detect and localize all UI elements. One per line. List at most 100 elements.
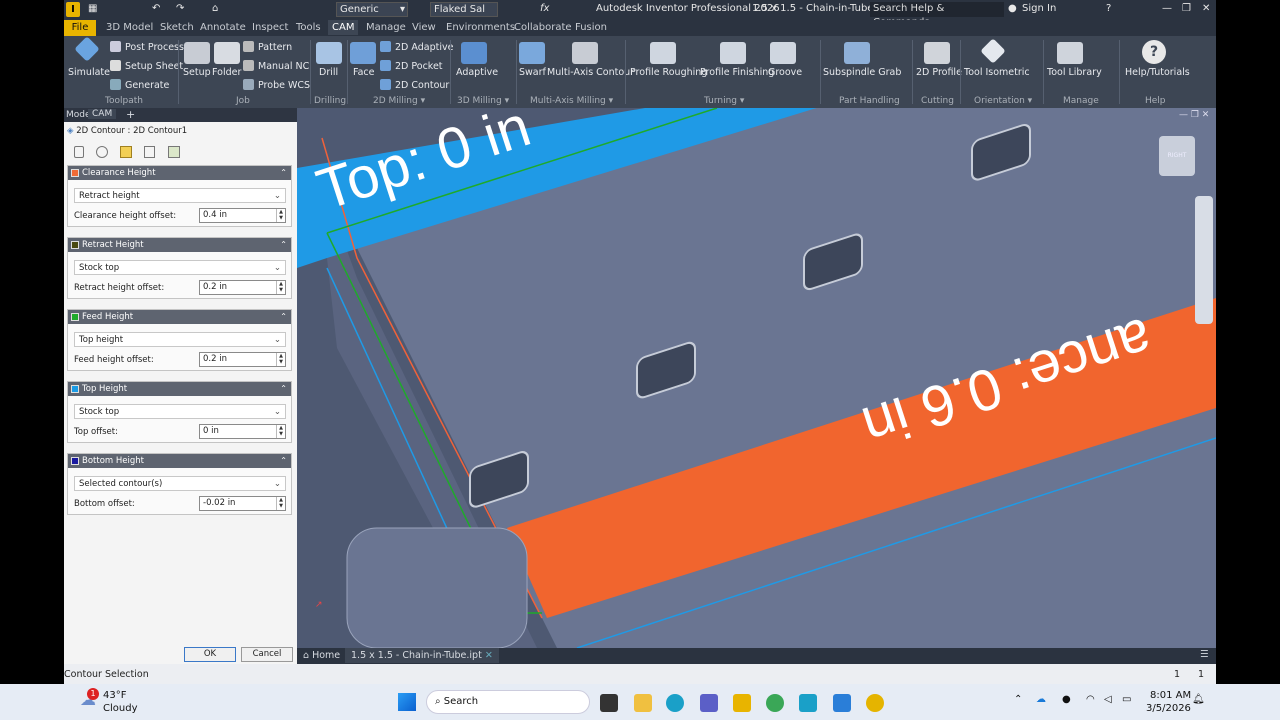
pattern-button[interactable]: Pattern <box>243 41 292 53</box>
setup-sheet-button[interactable]: Setup Sheet <box>110 60 183 72</box>
retract-height-header[interactable]: Retract Height ⌃ <box>68 238 291 252</box>
start-icon[interactable] <box>398 693 416 711</box>
help-tutorials-button[interactable]: Help/Tutorials <box>1125 67 1190 78</box>
tab-fusion[interactable]: Fusion <box>575 22 607 33</box>
bottom-height-header[interactable]: Bottom Height ⌃ <box>68 454 291 468</box>
clearance-height-header[interactable]: Clearance Height ⌃ <box>68 166 291 180</box>
swarf-icon[interactable] <box>519 42 545 64</box>
ok-button[interactable]: OK <box>184 647 236 662</box>
simulate-icon[interactable] <box>74 36 100 62</box>
formula-icon[interactable]: fx <box>540 3 549 14</box>
drill-icon[interactable] <box>316 42 342 64</box>
tab-cam[interactable]: CAM <box>328 20 359 35</box>
dialog-tab-heights[interactable] <box>120 146 132 158</box>
multi-axis-icon[interactable] <box>572 42 598 64</box>
tool-library-icon[interactable] <box>1057 42 1083 64</box>
multi-axis-contour-button[interactable]: Multi-Axis Contour <box>547 67 634 78</box>
tab-tools[interactable]: Tools <box>296 22 321 33</box>
clearance-offset-input[interactable]: 0.4 in ▲ ▼ <box>199 208 286 223</box>
folder-icon[interactable] <box>214 42 240 64</box>
chrome-profile-icon[interactable] <box>866 694 884 712</box>
retract-offset-input[interactable]: 0.2 in ▲ ▼ <box>199 280 286 295</box>
subspindle-grab-icon[interactable] <box>844 42 870 64</box>
save-icon[interactable]: ▦ <box>88 3 97 14</box>
tab-file[interactable]: File <box>64 20 96 36</box>
simulate-button[interactable]: Simulate <box>68 67 110 78</box>
face-button[interactable]: Face <box>353 67 374 78</box>
app-icon[interactable] <box>833 694 851 712</box>
help-tutorials-icon[interactable]: ? <box>1142 40 1166 64</box>
user-icon[interactable]: ● <box>1008 3 1017 14</box>
add-tab-button[interactable]: + <box>126 108 135 121</box>
spinner-arrows[interactable]: ▲ ▼ <box>276 281 285 294</box>
top-height-header[interactable]: Top Height ⌃ <box>68 382 291 396</box>
close-tab-icon[interactable]: ✕ <box>485 650 493 661</box>
tab-collaborate[interactable]: Collaborate <box>514 22 572 33</box>
file-tab[interactable]: 1.5 x 1.5 - Chain-in-Tube.ipt ✕ <box>345 648 499 663</box>
folder-button[interactable]: Folder <box>212 67 241 78</box>
profile-roughing-icon[interactable] <box>650 42 676 64</box>
face-icon[interactable] <box>350 42 376 64</box>
onedrive-icon[interactable]: ☁ <box>1036 694 1046 705</box>
2d-profile-button[interactable]: 2D Profile <box>916 67 962 78</box>
top-offset-input[interactable]: 0 in ▲ ▼ <box>199 424 286 439</box>
dialog-tab-passes[interactable] <box>144 146 155 158</box>
cancel-button[interactable]: Cancel <box>241 647 293 662</box>
group-2d-milling[interactable]: 2D Milling ▾ <box>373 96 425 106</box>
tab-menu-icon[interactable]: ☰ <box>1200 649 1209 660</box>
clock-date[interactable]: 3/5/2026 <box>1146 703 1191 714</box>
setup-icon[interactable] <box>184 42 210 64</box>
collapse-icon[interactable]: ⌃ <box>280 238 287 252</box>
tab-cam-browser[interactable]: CAM <box>88 109 117 119</box>
groove-button[interactable]: Groove <box>768 67 802 78</box>
group-turning[interactable]: Turning ▾ <box>704 96 744 106</box>
tab-environments[interactable]: Environments <box>446 22 515 33</box>
help-icon[interactable]: ? <box>1106 3 1111 14</box>
feed-height-select[interactable]: Top height ⌄ <box>74 332 286 347</box>
battery-icon[interactable]: ▭ <box>1122 694 1131 705</box>
tool-library-button[interactable]: Tool Library <box>1047 67 1102 78</box>
profile-finishing-button[interactable]: Profile Finishing <box>700 67 774 78</box>
edge-icon[interactable] <box>666 694 684 712</box>
chrome-icon[interactable] <box>766 694 784 712</box>
dialog-tab-tool[interactable] <box>74 146 84 158</box>
manual-nc-button[interactable]: Manual NC <box>243 60 309 72</box>
top-height-select[interactable]: Stock top ⌄ <box>74 404 286 419</box>
tab-sketch[interactable]: Sketch <box>160 22 194 33</box>
appearance-select[interactable]: Flaked Sal <box>430 2 498 17</box>
wifi-icon[interactable]: ◠ <box>1086 694 1095 705</box>
inventor-icon[interactable] <box>733 694 751 712</box>
navigation-bar[interactable] <box>1195 196 1213 324</box>
sign-in-link[interactable]: Sign In <box>1022 3 1056 14</box>
viewcube[interactable]: RIGHT <box>1159 136 1195 176</box>
teams-icon[interactable] <box>700 694 718 712</box>
spinner-arrows[interactable]: ▲ ▼ <box>276 353 285 366</box>
file-explorer-icon[interactable] <box>634 694 652 712</box>
adaptive-button[interactable]: Adaptive <box>456 67 498 78</box>
bottom-height-select[interactable]: Selected contour(s) ⌄ <box>74 476 286 491</box>
tool-isometric-icon[interactable] <box>980 38 1006 64</box>
subspindle-grab-button[interactable]: Subspindle Grab <box>823 67 901 78</box>
taskbar-search[interactable]: ⌕ Search <box>426 690 590 714</box>
tab-view[interactable]: View <box>412 22 436 33</box>
feed-offset-input[interactable]: 0.2 in ▲ ▼ <box>199 352 286 367</box>
maximize-icon[interactable]: ❐ <box>1182 3 1191 14</box>
home-tab[interactable]: ⌂ Home <box>303 650 340 661</box>
collapse-icon[interactable]: ⌃ <box>280 382 287 396</box>
collapse-icon[interactable]: ⌃ <box>280 166 287 180</box>
viewport-minimize-icon[interactable]: — ❐ ✕ <box>1179 110 1209 120</box>
clock-time[interactable]: 8:01 AM <box>1150 690 1191 701</box>
2d-adaptive-button[interactable]: 2D Adaptive <box>380 41 453 53</box>
collapse-icon[interactable]: ⌃ <box>280 310 287 324</box>
spinner-arrows[interactable]: ▲ ▼ <box>276 497 285 510</box>
bottom-offset-input[interactable]: -0.02 in ▲ ▼ <box>199 496 286 511</box>
volume-icon[interactable]: ◁ <box>1104 694 1112 705</box>
setup-button[interactable]: Setup <box>183 67 211 78</box>
search-input[interactable]: Search Help & Commands... <box>870 2 1004 28</box>
collapse-icon[interactable]: ⌃ <box>280 454 287 468</box>
tool-isometric-button[interactable]: Tool Isometric <box>964 67 1030 78</box>
app-icon[interactable] <box>799 694 817 712</box>
swarf-button[interactable]: Swarf <box>519 67 546 78</box>
undo-icon[interactable]: ↶ <box>152 3 160 14</box>
2d-pocket-button[interactable]: 2D Pocket <box>380 60 443 72</box>
